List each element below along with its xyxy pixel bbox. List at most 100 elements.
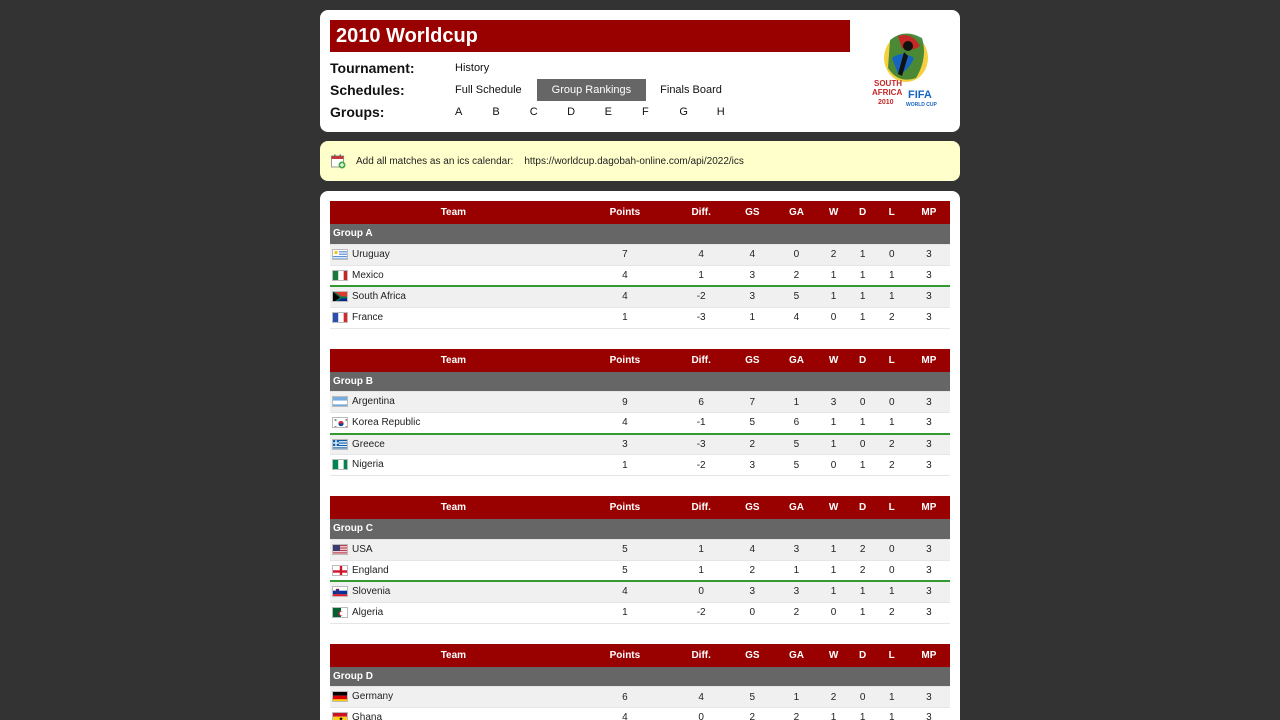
diff-cell: 6 — [673, 391, 730, 413]
group-link-e[interactable]: E — [605, 101, 642, 123]
france-flag-icon — [332, 311, 348, 323]
table-row[interactable]: Mexico 4 1 3 2 1 1 1 3 — [330, 265, 950, 287]
column-header-team[interactable]: Team — [330, 201, 577, 224]
l-cell: 1 — [875, 707, 908, 720]
uruguay-flag-icon — [332, 248, 348, 260]
column-header-team[interactable]: Team — [330, 496, 577, 519]
diff-cell: -2 — [673, 454, 730, 476]
column-header-gs[interactable]: GS — [729, 496, 776, 519]
column-header-mp[interactable]: MP — [907, 496, 950, 519]
column-header-mp[interactable]: MP — [907, 348, 950, 372]
team-name: Algeria — [352, 607, 384, 619]
header-panel: 2010 Worldcup Tournament: History Schedu… — [320, 10, 960, 132]
finals-board-link[interactable]: Finals Board — [660, 79, 737, 101]
column-header-points[interactable]: Points — [576, 201, 674, 224]
ga-cell: 2 — [775, 265, 818, 287]
mp-cell: 3 — [907, 539, 950, 561]
table-row[interactable]: South Africa 4 -2 3 5 1 1 1 3 — [330, 286, 950, 308]
w-cell: 2 — [817, 686, 850, 708]
column-header-l[interactable]: L — [875, 496, 908, 519]
column-header-points[interactable]: Points — [576, 643, 674, 667]
table-row[interactable]: Korea Republic 4 -1 5 6 1 1 1 3 — [330, 412, 950, 435]
column-header-w[interactable]: W — [817, 643, 850, 667]
schedules-row: Schedules: Full Schedule Group Rankings … — [330, 79, 850, 101]
column-header-l[interactable]: L — [875, 643, 908, 667]
group-link-c[interactable]: C — [530, 101, 567, 123]
column-header-d[interactable]: D — [849, 201, 876, 224]
ga-cell: 2 — [775, 602, 818, 624]
column-header-gs[interactable]: GS — [729, 643, 776, 667]
column-header-w[interactable]: W — [817, 496, 850, 519]
calendar-url-link[interactable]: https://worldcup.dagobah-online.com/api/… — [524, 156, 744, 167]
column-header-gs[interactable]: GS — [729, 348, 776, 372]
mp-cell: 3 — [907, 391, 950, 413]
diff-cell: 0 — [673, 581, 730, 603]
mp-cell: 3 — [907, 707, 950, 720]
l-cell: 1 — [875, 286, 908, 308]
column-header-w[interactable]: W — [817, 348, 850, 372]
column-header-mp[interactable]: MP — [907, 201, 950, 224]
column-header-points[interactable]: Points — [576, 348, 674, 372]
table-row[interactable]: Slovenia 4 0 3 3 1 1 1 3 — [330, 581, 950, 603]
column-header-d[interactable]: D — [849, 643, 876, 667]
table-row[interactable]: USA 5 1 4 3 1 2 0 3 — [330, 539, 950, 561]
table-row[interactable]: France 1 -3 1 4 0 1 2 3 — [330, 307, 950, 329]
group-link-d[interactable]: D — [567, 101, 604, 123]
mp-cell: 3 — [907, 433, 950, 455]
column-header-ga[interactable]: GA — [775, 348, 818, 372]
table-row[interactable]: Algeria 1 -2 0 2 0 1 2 3 — [330, 602, 950, 624]
column-header-ga[interactable]: GA — [775, 643, 818, 667]
table-row[interactable]: Ghana 4 0 2 2 1 1 1 3 — [330, 707, 950, 720]
group-link-f[interactable]: F — [642, 101, 679, 123]
d-cell: 2 — [849, 560, 876, 582]
column-header-diff[interactable]: Diff. — [673, 201, 730, 224]
column-header-team[interactable]: Team — [330, 348, 577, 372]
gs-cell: 3 — [729, 454, 776, 476]
column-header-d[interactable]: D — [849, 496, 876, 519]
table-row[interactable]: Nigeria 1 -2 3 5 0 1 2 3 — [330, 454, 950, 476]
team-name: Uruguay — [352, 249, 390, 261]
team-cell: Slovenia — [330, 581, 577, 603]
column-header-ga[interactable]: GA — [775, 201, 818, 224]
team-cell: Germany — [330, 686, 577, 708]
team-cell: USA — [330, 539, 577, 561]
gs-cell: 3 — [729, 581, 776, 603]
column-header-gs[interactable]: GS — [729, 201, 776, 224]
column-header-w[interactable]: W — [817, 201, 850, 224]
gs-cell: 5 — [729, 686, 776, 708]
mp-cell: 3 — [907, 454, 950, 476]
history-link[interactable]: History — [455, 57, 504, 79]
column-header-d[interactable]: D — [849, 348, 876, 372]
w-cell: 1 — [817, 412, 850, 435]
table-row[interactable]: Greece 3 -3 2 5 1 0 2 3 — [330, 433, 950, 455]
group-link-g[interactable]: G — [679, 101, 716, 123]
column-header-team[interactable]: Team — [330, 643, 577, 667]
group-rankings-link[interactable]: Group Rankings — [536, 79, 647, 101]
table-row[interactable]: Germany 6 4 5 1 2 0 1 3 — [330, 686, 950, 708]
w-cell: 0 — [817, 602, 850, 624]
ga-cell: 6 — [775, 412, 818, 435]
full-schedule-link[interactable]: Full Schedule — [455, 79, 537, 101]
page-title: 2010 Worldcup — [330, 20, 850, 52]
gs-cell: 2 — [729, 707, 776, 720]
ghana-flag-icon — [332, 712, 348, 720]
points-cell: 7 — [576, 244, 674, 266]
algeria-flag-icon — [332, 606, 348, 618]
column-header-mp[interactable]: MP — [907, 643, 950, 667]
group-name-row: Group D — [330, 666, 950, 687]
table-row[interactable]: Uruguay 7 4 4 0 2 1 0 3 — [330, 244, 950, 266]
column-header-l[interactable]: L — [875, 348, 908, 372]
table-row[interactable]: England 5 1 2 1 1 2 0 3 — [330, 560, 950, 582]
l-cell: 0 — [875, 560, 908, 582]
column-header-ga[interactable]: GA — [775, 496, 818, 519]
group-link-h[interactable]: H — [717, 101, 754, 123]
l-cell: 1 — [875, 686, 908, 708]
group-link-a[interactable]: A — [455, 101, 492, 123]
column-header-diff[interactable]: Diff. — [673, 643, 730, 667]
column-header-points[interactable]: Points — [576, 496, 674, 519]
group-link-b[interactable]: B — [492, 101, 529, 123]
column-header-l[interactable]: L — [875, 201, 908, 224]
table-row[interactable]: Argentina 9 6 7 1 3 0 0 3 — [330, 391, 950, 413]
column-header-diff[interactable]: Diff. — [673, 348, 730, 372]
column-header-diff[interactable]: Diff. — [673, 496, 730, 519]
